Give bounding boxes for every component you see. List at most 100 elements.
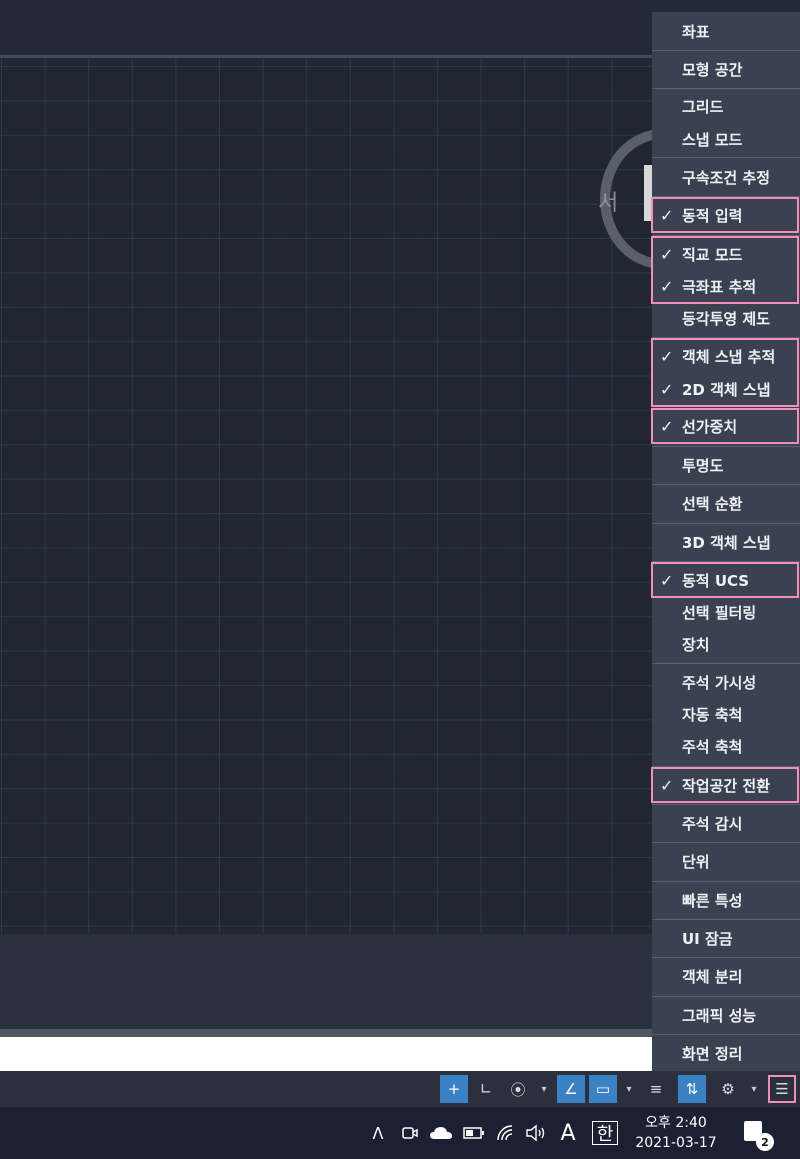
menu-item-8[interactable]: 등각투영 제도 (652, 302, 800, 334)
battery-icon[interactable] (462, 1119, 486, 1147)
taskbar: ᐱ A 한 오후 2:40 2021-03-17 2 (0, 1107, 800, 1159)
menu-item-28[interactable]: 화면 정리 (652, 1037, 800, 1069)
menu-item-label: 구속조건 추정 (682, 168, 771, 187)
menu-separator (652, 842, 800, 843)
chevron-down-icon[interactable]: ▾ (623, 1075, 635, 1103)
menu-item-2[interactable]: 그리드 (652, 90, 800, 122)
dynamic-ucs-icon[interactable]: ⇅ (678, 1075, 706, 1103)
menu-item-label: 빠른 특성 (682, 891, 743, 910)
menu-item-14[interactable]: 3D 객체 스냅 (652, 526, 800, 558)
menu-item-25[interactable]: UI 잠금 (652, 922, 800, 954)
ortho-mode-icon[interactable]: ∟ (472, 1075, 500, 1103)
menu-item-27[interactable]: 그래픽 성능 (652, 999, 800, 1031)
menu-item-23[interactable]: 단위 (652, 845, 800, 877)
menu-item-10[interactable]: ✓ 2D 객체 스냅 (652, 373, 800, 405)
menu-item-label: 주석 가시성 (682, 673, 757, 692)
menu-item-3[interactable]: 스냅 모드 (652, 123, 800, 155)
dynamic-input-icon[interactable]: + (440, 1075, 468, 1103)
menu-separator (652, 88, 800, 89)
clock-time: 오후 2:40 (645, 1115, 707, 1131)
menu-item-label: 단위 (682, 852, 710, 871)
menu-item-label: 동적 입력 (682, 206, 743, 225)
gear-icon[interactable]: ⚙ (714, 1075, 742, 1103)
menu-item-label: 2D 객체 스냅 (682, 380, 771, 399)
menu-item-13[interactable]: 선택 순환 (652, 487, 800, 519)
ime-language-indicator[interactable]: 한 (592, 1121, 618, 1145)
menu-separator (652, 484, 800, 485)
menu-item-label: 그리드 (682, 97, 724, 116)
menu-item-19[interactable]: 자동 축척 (652, 698, 800, 730)
action-center-button[interactable]: 2 (742, 1119, 774, 1151)
checkmark-icon: ✓ (660, 379, 674, 399)
menu-item-4[interactable]: 구속조건 추정 (652, 161, 800, 193)
checkmark-icon: ✓ (660, 570, 674, 590)
menu-item-24[interactable]: 빠른 특성 (652, 884, 800, 916)
wifi-icon[interactable] (494, 1119, 518, 1147)
menu-separator (652, 446, 800, 447)
menu-separator (652, 523, 800, 524)
chevron-down-icon[interactable]: ▾ (538, 1075, 550, 1103)
menu-item-18[interactable]: 주석 가시성 (652, 666, 800, 698)
onedrive-cloud-icon[interactable] (428, 1119, 454, 1147)
compass-west-label: 서 (598, 191, 619, 216)
menu-item-12[interactable]: 투명도 (652, 449, 800, 481)
polar-tracking-icon[interactable]: ⦿ (504, 1075, 532, 1103)
menu-item-21[interactable]: ✓ 작업공간 전환 (652, 769, 800, 801)
menu-item-11[interactable]: ✓ 선가중치 (652, 410, 800, 442)
menu-item-label: 객체 분리 (682, 967, 743, 986)
menu-item-label: 극좌표 추적 (682, 277, 757, 296)
menu-item-label: 주석 축척 (682, 737, 743, 756)
menu-item-0[interactable]: 좌표 (652, 15, 800, 47)
menu-item-6[interactable]: ✓ 직교 모드 (652, 238, 800, 270)
menu-item-15[interactable]: ✓ 동적 UCS (652, 564, 800, 596)
menu-separator (652, 235, 800, 236)
tray-expand-icon[interactable]: ᐱ (368, 1119, 388, 1147)
menu-item-1[interactable]: 모형 공간 (652, 53, 800, 85)
status-bar: + ∟ ⦿ ▾ ∠ ▭ ▾ ≡ ⇅ ⚙ ▾ ☰ (0, 1071, 800, 1107)
isometric-icon[interactable]: ∠ (557, 1075, 585, 1103)
menu-item-label: 주석 감시 (682, 814, 743, 833)
menu-item-22[interactable]: 주석 감시 (652, 807, 800, 839)
ime-mode-indicator[interactable]: A (556, 1119, 580, 1147)
menu-separator (652, 919, 800, 920)
menu-separator (652, 561, 800, 562)
speaker-icon[interactable] (524, 1119, 548, 1147)
command-input[interactable] (0, 1035, 652, 1071)
menu-item-label: 객체 스냅 추적 (682, 347, 776, 366)
menu-item-16[interactable]: 선택 필터링 (652, 596, 800, 628)
checkmark-icon: ✓ (660, 244, 674, 264)
menu-item-9[interactable]: ✓ 객체 스냅 추적 (652, 340, 800, 372)
menu-item-26[interactable]: 객체 분리 (652, 960, 800, 992)
menu-item-label: 작업공간 전환 (682, 776, 771, 795)
notification-badge: 2 (756, 1133, 774, 1151)
menu-separator (652, 196, 800, 197)
menu-item-label: 투명도 (682, 456, 724, 475)
menu-separator (652, 663, 800, 664)
checkmark-icon: ✓ (660, 416, 674, 436)
menu-separator (652, 996, 800, 997)
menu-item-5[interactable]: ✓ 동적 입력 (652, 199, 800, 231)
menu-separator (652, 766, 800, 767)
clock-date: 2021-03-17 (635, 1135, 717, 1151)
menu-item-label: 장치 (682, 635, 710, 654)
menu-item-label: 좌표 (682, 22, 710, 41)
menu-item-label: 그래픽 성능 (682, 1006, 757, 1025)
menu-separator (652, 1034, 800, 1035)
menu-separator (652, 337, 800, 338)
menu-item-20[interactable]: 주석 축척 (652, 730, 800, 762)
menu-item-label: 모형 공간 (682, 60, 743, 79)
system-clock[interactable]: 오후 2:40 2021-03-17 (628, 1113, 724, 1153)
checkmark-icon: ✓ (660, 775, 674, 795)
lineweight-icon[interactable]: ≡ (642, 1075, 670, 1103)
customization-menu-icon[interactable]: ☰ (768, 1075, 796, 1103)
menu-item-7[interactable]: ✓ 극좌표 추적 (652, 270, 800, 302)
chevron-down-icon[interactable]: ▾ (748, 1075, 760, 1103)
menu-separator (652, 50, 800, 51)
object-snap-icon[interactable]: ▭ (589, 1075, 617, 1103)
menu-item-label: 3D 객체 스냅 (682, 533, 771, 552)
menu-item-label: 직교 모드 (682, 245, 743, 264)
menu-item-17[interactable]: 장치 (652, 628, 800, 660)
menu-item-label: 화면 정리 (682, 1044, 743, 1063)
meet-now-icon[interactable] (398, 1119, 422, 1147)
menu-item-label: UI 잠금 (682, 929, 733, 948)
